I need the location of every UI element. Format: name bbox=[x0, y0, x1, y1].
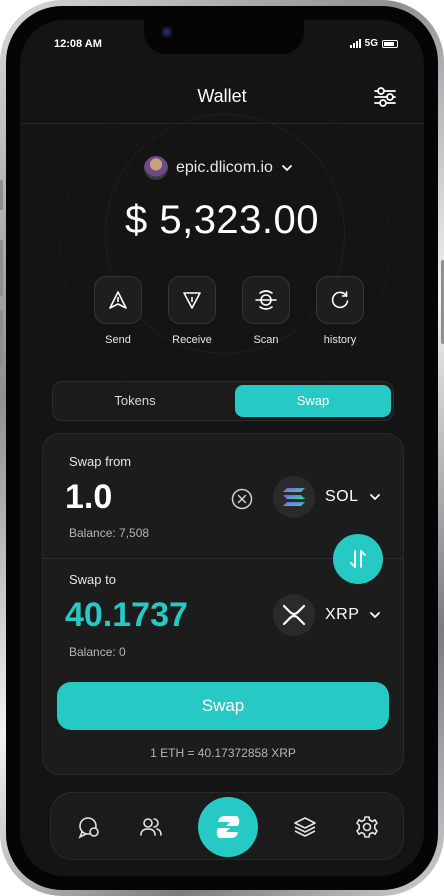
action-scan[interactable]: Scan bbox=[240, 276, 292, 346]
nav-settings[interactable] bbox=[355, 815, 379, 839]
phone-frame: 12:08 AM 5G Wallet epic.dlicom.io $ 5,32… bbox=[0, 0, 444, 896]
front-camera bbox=[161, 26, 173, 38]
history-label: history bbox=[323, 334, 357, 346]
tab-tokens[interactable]: Tokens bbox=[57, 385, 213, 417]
screen: 12:08 AM 5G Wallet epic.dlicom.io $ 5,32… bbox=[20, 20, 424, 876]
swap-from-amount-input[interactable]: 1.0 bbox=[65, 478, 112, 517]
receive-button[interactable] bbox=[168, 276, 216, 324]
swap-to-label: Swap to bbox=[69, 572, 116, 587]
tab-switcher: Tokens Swap bbox=[52, 381, 394, 421]
layers-icon bbox=[294, 817, 316, 837]
solana-icon bbox=[283, 488, 305, 506]
nav-layers[interactable] bbox=[293, 815, 317, 839]
send-icon bbox=[109, 291, 127, 309]
signal-icon bbox=[349, 39, 361, 48]
swap-arrows-icon bbox=[350, 550, 366, 568]
swap-button[interactable]: Swap bbox=[57, 682, 389, 730]
chevron-down-icon bbox=[370, 612, 381, 619]
swap-from-label: Swap from bbox=[69, 454, 132, 469]
notch bbox=[144, 20, 304, 54]
send-button[interactable] bbox=[94, 276, 142, 324]
swap-direction-button[interactable] bbox=[333, 534, 383, 584]
sol-coin bbox=[273, 476, 315, 518]
history-icon bbox=[331, 291, 349, 309]
history-button[interactable] bbox=[316, 276, 364, 324]
chat-icon bbox=[78, 817, 99, 839]
silent-switch bbox=[0, 180, 3, 210]
receive-icon bbox=[183, 292, 201, 309]
action-receive[interactable]: Receive bbox=[166, 276, 218, 346]
scan-icon bbox=[255, 290, 277, 310]
swap-to-amount: 40.1737 bbox=[65, 596, 188, 634]
volume-down-button bbox=[0, 310, 3, 366]
action-history[interactable]: history bbox=[314, 276, 366, 346]
to-token-name: XRP bbox=[325, 606, 360, 623]
nav-chat[interactable] bbox=[77, 815, 101, 839]
wallet-balance: $ 5,323.00 bbox=[124, 198, 320, 242]
from-token-selector[interactable]: SOL bbox=[273, 476, 381, 518]
swap-to-balance: Balance: 0 bbox=[69, 645, 126, 659]
network-label: 5G bbox=[364, 38, 378, 49]
to-token-selector[interactable]: XRP bbox=[273, 594, 381, 636]
scan-button[interactable] bbox=[242, 276, 290, 324]
action-send[interactable]: Send bbox=[92, 276, 144, 346]
chevron-down-icon bbox=[282, 165, 292, 172]
bottom-nav bbox=[50, 792, 404, 860]
receive-label: Receive bbox=[172, 334, 212, 346]
volume-up-button bbox=[0, 240, 3, 296]
settings-icon bbox=[356, 816, 378, 838]
clear-amount-button[interactable] bbox=[231, 488, 253, 510]
send-label: Send bbox=[105, 334, 131, 346]
sliders-icon bbox=[374, 87, 396, 107]
quick-actions: Send Receive Scan history bbox=[92, 276, 366, 346]
close-circle-icon bbox=[231, 488, 253, 510]
nav-contacts[interactable] bbox=[139, 815, 163, 839]
nav-swap-home[interactable] bbox=[198, 797, 258, 857]
battery-icon bbox=[382, 39, 398, 48]
from-token-name: SOL bbox=[325, 488, 359, 505]
xrp-icon bbox=[282, 604, 306, 626]
account-name: epic.dlicom.io bbox=[176, 159, 273, 176]
xrp-coin bbox=[273, 594, 315, 636]
users-icon bbox=[140, 818, 162, 836]
exchange-rate: 1 ETH = 40.17372858 XRP bbox=[150, 746, 296, 760]
status-time: 12:08 AM bbox=[54, 38, 102, 50]
tab-swap[interactable]: Swap bbox=[235, 385, 391, 417]
filter-settings-button[interactable] bbox=[372, 84, 398, 110]
swap-from-balance: Balance: 7,508 bbox=[69, 526, 150, 540]
avatar bbox=[144, 156, 168, 180]
scan-label: Scan bbox=[253, 334, 279, 346]
account-selector[interactable]: epic.dlicom.io bbox=[144, 156, 293, 180]
chevron-down-icon bbox=[369, 494, 380, 501]
status-indicators: 5G bbox=[349, 38, 398, 49]
swap-logo-icon bbox=[216, 816, 240, 838]
swap-card: Swap from 1.0 Balance: 7,508 SOL Swap to… bbox=[42, 433, 404, 775]
